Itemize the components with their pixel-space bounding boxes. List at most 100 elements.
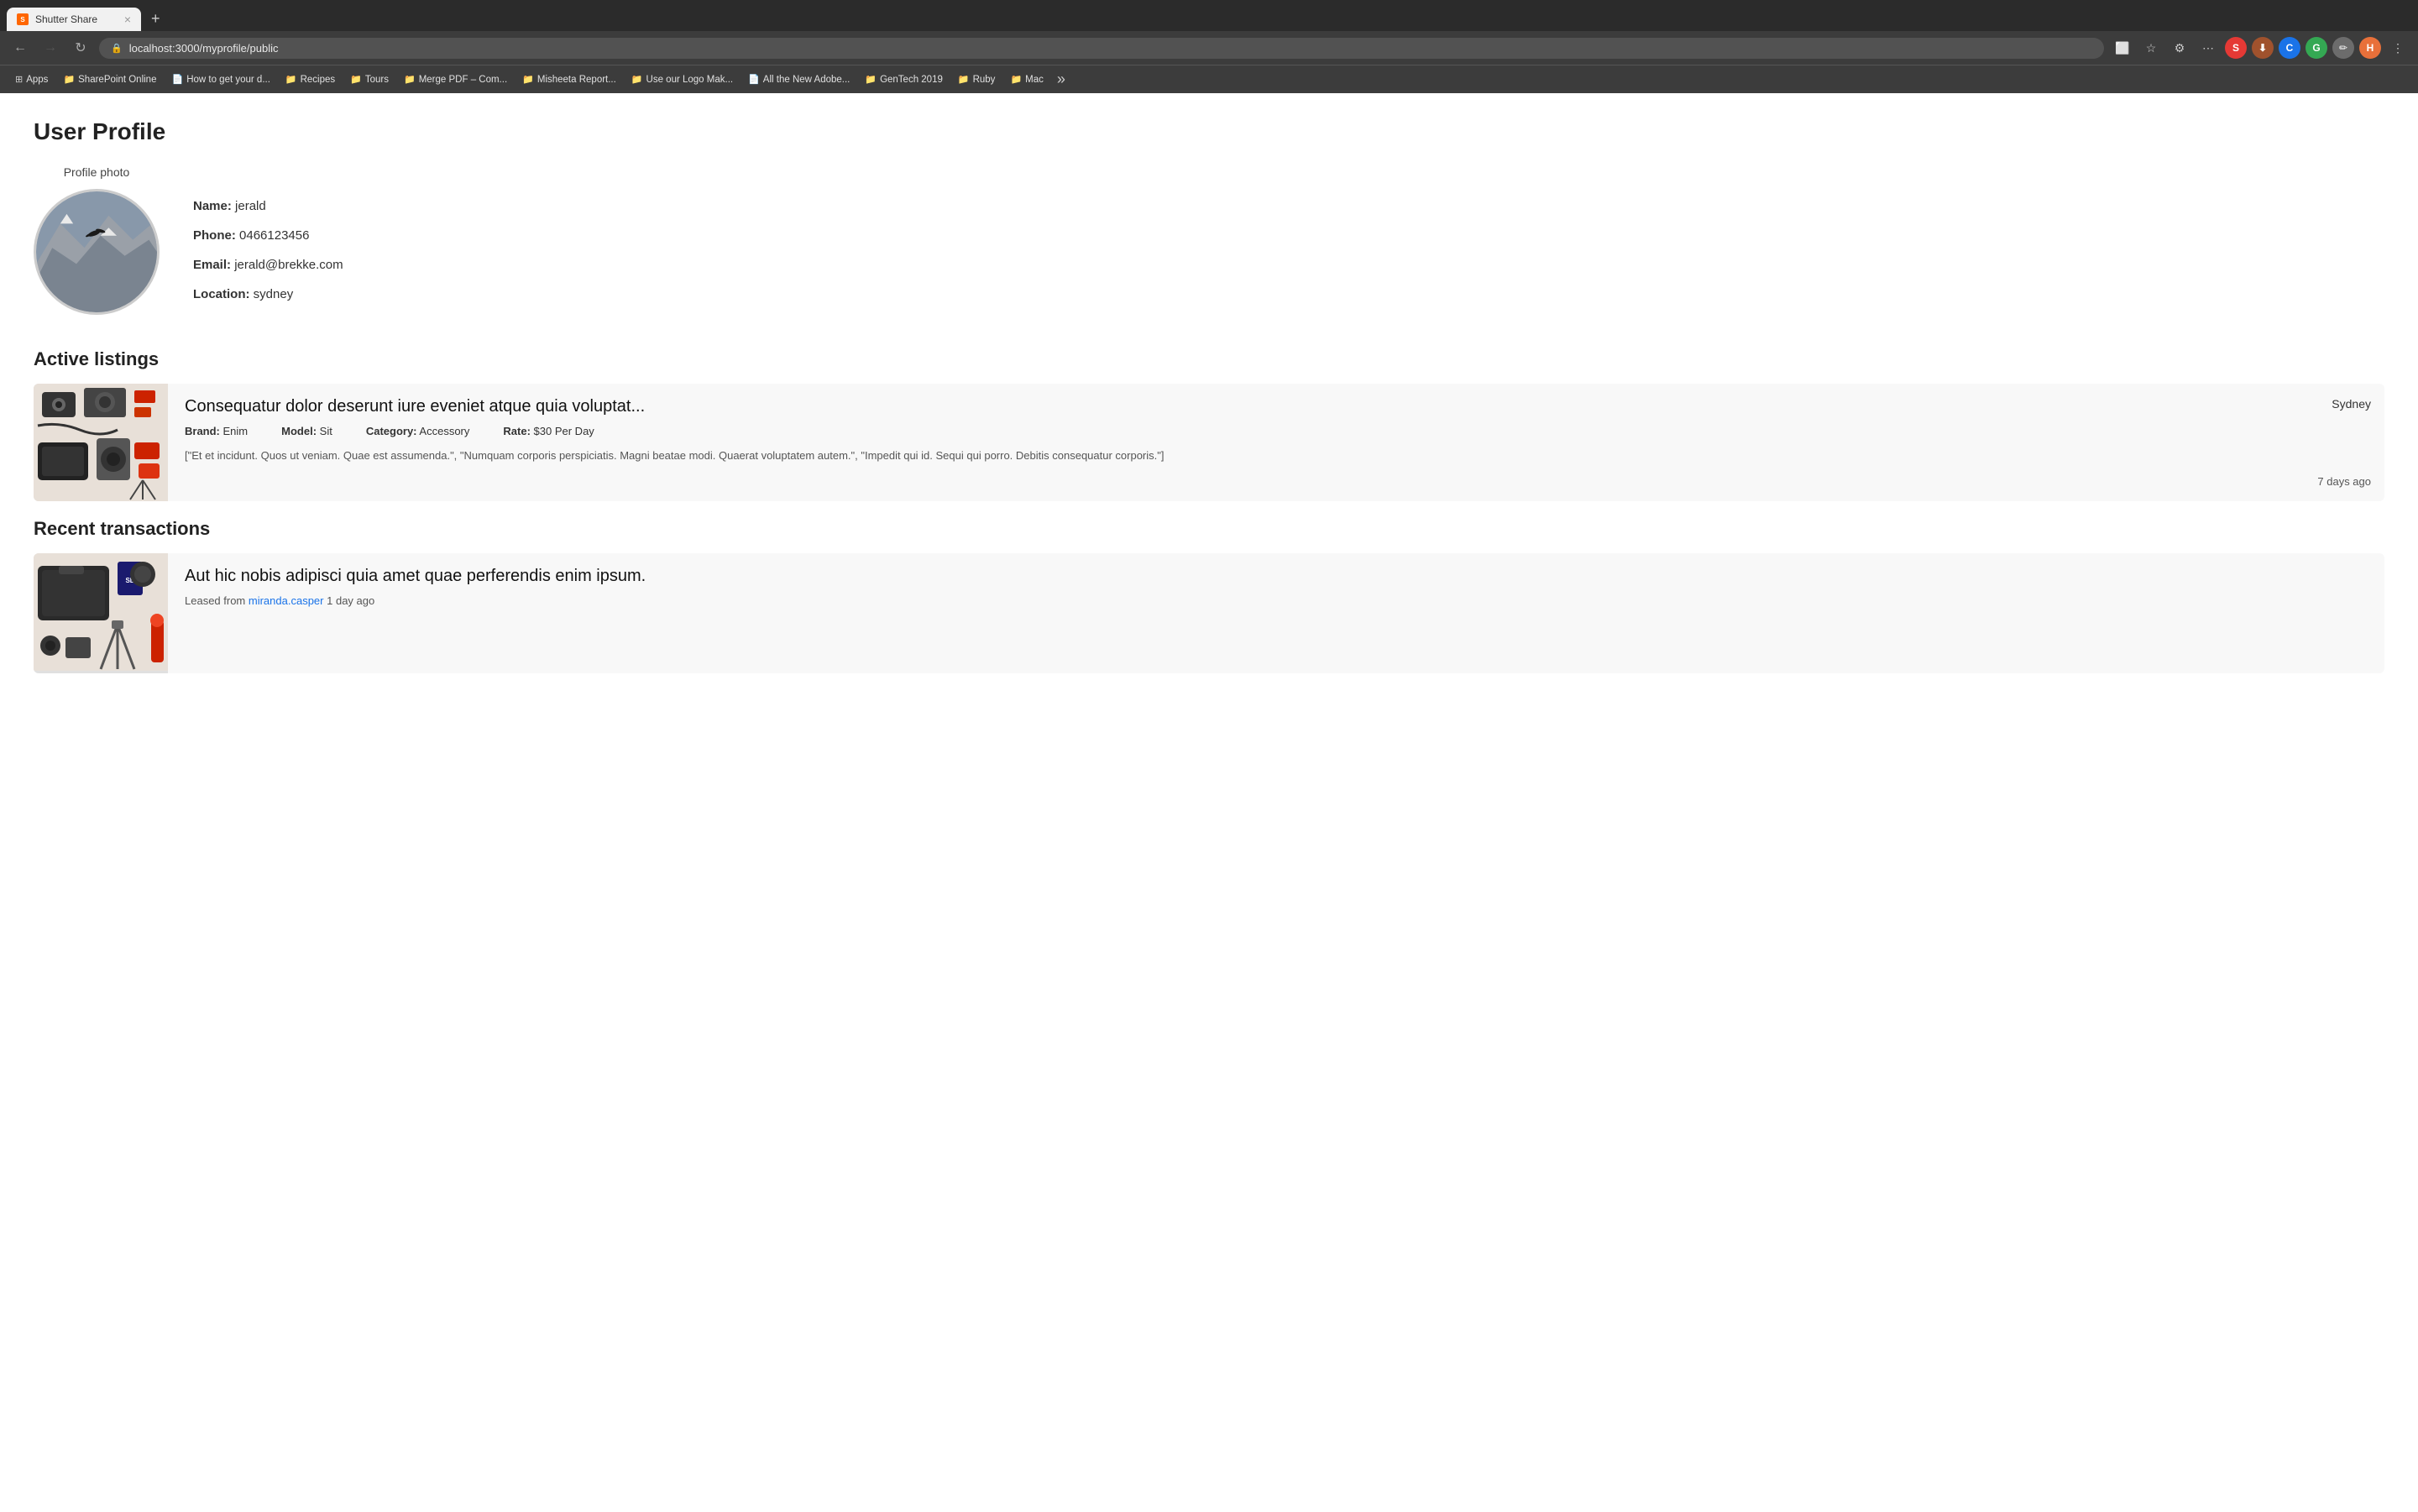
extension-icon[interactable]: ⬇ <box>2252 37 2274 59</box>
page-content: User Profile Profile photo <box>0 93 2418 1512</box>
brand-label: Brand: <box>185 425 220 437</box>
bookmark-logo-maker[interactable]: 📁 Use our Logo Mak... <box>625 71 740 87</box>
listing-description: ["Et et incidunt. Quos ut veniam. Quae e… <box>185 447 2284 464</box>
tab-favicon: S <box>17 13 29 25</box>
tab-bar: S Shutter Share × + <box>0 0 2418 31</box>
leased-from-label: Leased from <box>185 594 245 607</box>
apps-icon: ⊞ <box>15 74 23 85</box>
cast-button[interactable]: ⬜ <box>2111 36 2134 60</box>
bookmark-howto-label: How to get your d... <box>186 75 270 85</box>
profile-name-value: jerald <box>235 199 266 213</box>
browser-actions: ⬜ ☆ ⚙ ⋯ S ⬇ C G ✏ H ⋮ <box>2111 36 2410 60</box>
more-button[interactable]: ⋯ <box>2196 36 2220 60</box>
bookmark-button[interactable]: ☆ <box>2139 36 2163 60</box>
profile-c-icon[interactable]: C <box>2279 37 2300 59</box>
folder-icon: 📁 <box>63 74 75 85</box>
profile-phone-value: 0466123456 <box>239 228 309 243</box>
bookmark-gentech-label: GenTech 2019 <box>880 75 943 85</box>
profile-phone-row: Phone: 0466123456 <box>193 228 343 243</box>
folder-icon-3: 📁 <box>350 74 362 85</box>
recent-transactions-title: Recent transactions <box>34 518 2384 540</box>
profile-avatar-image <box>34 189 160 315</box>
bookmark-sharepoint[interactable]: 📁 SharePoint Online <box>56 71 163 87</box>
profile-section: Profile photo <box>34 165 2384 315</box>
bookmark-recipes[interactable]: 📁 Recipes <box>279 71 342 87</box>
listing-category: Category: Accessory <box>366 425 470 437</box>
folder-icon-9: 📁 <box>1010 74 1022 85</box>
profile-s-icon[interactable]: S <box>2225 37 2247 59</box>
page-title: User Profile <box>34 118 2384 145</box>
category-label: Category: <box>366 425 417 437</box>
browser-chrome: S Shutter Share × + ← → ↻ 🔒 localhost:30… <box>0 0 2418 93</box>
profile-location-label: Location: <box>193 287 250 301</box>
transaction-title: Aut hic nobis adipisci quia amet quae pe… <box>185 567 2368 586</box>
rate-value: $30 Per Day <box>534 425 594 437</box>
reload-button[interactable]: ↻ <box>69 36 92 60</box>
menu-button[interactable]: ⋮ <box>2386 36 2410 60</box>
bookmark-mac-label: Mac <box>1025 75 1044 85</box>
listing-details: Consequatur dolor deserunt iure eveniet … <box>168 384 2300 501</box>
close-tab-button[interactable]: × <box>124 13 131 26</box>
transaction-image: SD <box>34 553 168 673</box>
profile-name-row: Name: jerald <box>193 199 343 213</box>
back-button[interactable]: ← <box>8 36 32 60</box>
profile-phone-label: Phone: <box>193 228 236 243</box>
doc-icon-2: 📄 <box>748 74 760 85</box>
bookmark-merge-label: Merge PDF – Com... <box>419 75 507 85</box>
lock-icon: 🔒 <box>111 43 123 54</box>
bookmark-misheeta[interactable]: 📁 Misheeta Report... <box>516 71 623 87</box>
bookmark-tours[interactable]: 📁 Tours <box>343 71 395 87</box>
listing-location: Sydney <box>2317 384 2384 411</box>
address-bar[interactable]: 🔒 localhost:3000/myprofile/public <box>99 38 2104 59</box>
profile-location-row: Location: sydney <box>193 287 343 301</box>
bookmarks-more-button[interactable]: » <box>1052 69 1070 90</box>
extensions-button[interactable]: ⚙ <box>2168 36 2191 60</box>
folder-icon-2: 📁 <box>285 74 297 85</box>
listing-card: Consequatur dolor deserunt iure eveniet … <box>34 384 2384 501</box>
bookmarks-bar: ⊞ Apps 📁 SharePoint Online 📄 How to get … <box>0 65 2418 93</box>
bookmark-howto[interactable]: 📄 How to get your d... <box>165 71 276 87</box>
bookmark-apps-label: Apps <box>26 75 48 85</box>
folder-icon-8: 📁 <box>958 74 970 85</box>
bookmark-tours-label: Tours <box>365 75 389 85</box>
bookmark-misheeta-label: Misheeta Report... <box>537 75 616 85</box>
doc-icon: 📄 <box>171 74 183 85</box>
bookmark-gentech[interactable]: 📁 GenTech 2019 <box>858 71 950 87</box>
transaction-card: SD Aut hic nobis adipisci quia amet quae… <box>34 553 2384 673</box>
active-tab[interactable]: S Shutter Share × <box>7 8 141 31</box>
bookmark-adobe[interactable]: 📄 All the New Adobe... <box>741 71 856 87</box>
profile-photo-column: Profile photo <box>34 165 160 315</box>
folder-icon-5: 📁 <box>522 74 534 85</box>
listing-model: Model: Sit <box>281 425 332 437</box>
folder-icon-7: 📁 <box>865 74 877 85</box>
listing-brand: Brand: Enim <box>185 425 248 437</box>
transaction-details: Aut hic nobis adipisci quia amet quae pe… <box>168 553 2384 673</box>
transaction-time-value: 1 day ago <box>327 594 374 607</box>
profile-location-value: sydney <box>254 287 294 301</box>
bookmark-apps[interactable]: ⊞ Apps <box>8 71 55 87</box>
profile-email-row: Email: jerald@brekke.com <box>193 258 343 272</box>
pen-icon[interactable]: ✏ <box>2332 37 2354 59</box>
leased-from-user[interactable]: miranda.casper <box>249 594 324 607</box>
address-bar-row: ← → ↻ 🔒 localhost:3000/myprofile/public … <box>0 31 2418 65</box>
folder-icon-6: 📁 <box>631 74 643 85</box>
model-value: Sit <box>320 425 332 437</box>
forward-button[interactable]: → <box>39 36 62 60</box>
brand-value: Enim <box>223 425 249 437</box>
model-label: Model: <box>281 425 317 437</box>
bookmark-recipes-label: Recipes <box>301 75 336 85</box>
profile-g-icon[interactable]: G <box>2305 37 2327 59</box>
profile-name-label: Name: <box>193 199 232 213</box>
profile-photo-label: Profile photo <box>64 165 130 179</box>
bookmark-logo-label: Use our Logo Mak... <box>646 75 734 85</box>
profile-email-value: jerald@brekke.com <box>234 258 343 272</box>
bookmark-mac[interactable]: 📁 Mac <box>1003 71 1049 87</box>
listing-meta: Brand: Enim Model: Sit Category: Accesso… <box>185 425 2284 437</box>
listing-time: 7 days ago <box>2317 475 2384 501</box>
bookmark-ruby[interactable]: 📁 Ruby <box>951 71 1002 87</box>
bookmark-merge-pdf[interactable]: 📁 Merge PDF – Com... <box>397 71 514 87</box>
profile-avatar[interactable]: H <box>2359 37 2381 59</box>
profile-info: Name: jerald Phone: 0466123456 Email: je… <box>193 165 343 315</box>
bookmark-sharepoint-label: SharePoint Online <box>78 75 156 85</box>
new-tab-button[interactable]: + <box>144 7 167 31</box>
